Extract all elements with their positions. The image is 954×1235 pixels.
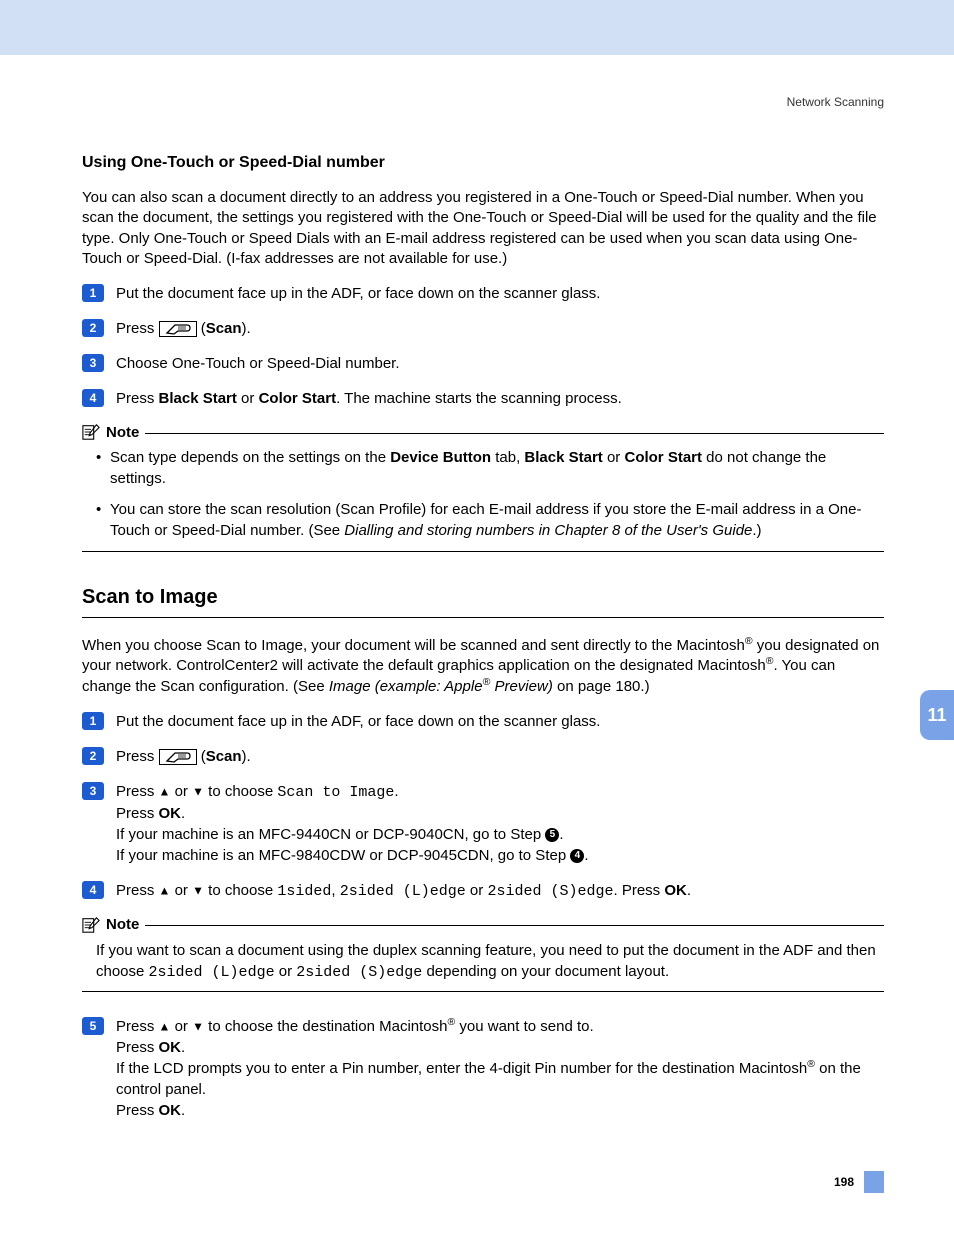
step-text: Press (Scan). [116,746,884,767]
step-text: Choose One-Touch or Speed-Dial number. [116,353,884,374]
top-banner [0,0,954,55]
step-4: 4 Press Black Start or Color Start. The … [82,388,884,409]
step-text: Put the document face up in the ADF, or … [116,283,884,304]
step-2: 2 Press (Scan). [82,746,884,767]
step-badge: 4 [82,881,104,899]
step-badge: 3 [82,782,104,800]
step-text: Press ▲ or ▼ to choose Scan to Image. Pr… [116,781,884,866]
step-1: 1 Put the document face up in the ADF, o… [82,283,884,304]
section2-intro: When you choose Scan to Image, your docu… [82,636,884,697]
section2-title: Scan to Image [82,586,884,609]
scan-key-icon [159,321,197,337]
note-label: Note [106,916,139,933]
step-badge: 2 [82,747,104,765]
step-badge: 3 [82,354,104,372]
step-3: 3 Press ▲ or ▼ to choose Scan to Image. … [82,781,884,866]
note-list: Scan type depends on the settings on the… [82,447,884,541]
page-number: 198 [834,1175,854,1189]
step-badge: 1 [82,712,104,730]
section1-title: Using One-Touch or Speed-Dial number [82,154,884,172]
note-body: If you want to scan a document using the… [82,940,884,983]
pencil-note-icon [82,916,100,934]
step-badge: 2 [82,319,104,337]
chapter-tab: 11 [920,690,954,740]
page-footer: 198 [82,1171,884,1193]
note-header: Note [82,423,884,441]
note-item: Scan type depends on the settings on the… [96,447,884,489]
section1-intro: You can also scan a document directly to… [82,188,884,269]
section2-steps-cont: 5 Press ▲ or ▼ to choose the destination… [82,1016,884,1121]
step-4: 4 Press ▲ or ▼ to choose 1sided, 2sided … [82,880,884,902]
step-2: 2 Press (Scan). [82,318,884,339]
note-label: Note [106,424,139,441]
step-text: Press (Scan). [116,318,884,339]
note-header: Note [82,916,884,934]
step-text: Press ▲ or ▼ to choose the destination M… [116,1016,884,1121]
note-item: You can store the scan resolution (Scan … [96,499,884,541]
step-text: Press ▲ or ▼ to choose 1sided, 2sided (L… [116,880,884,902]
step-ref-5: 5 [545,828,559,842]
step-3: 3 Choose One-Touch or Speed-Dial number. [82,353,884,374]
step-text: Press Black Start or Color Start. The ma… [116,388,884,409]
pencil-note-icon [82,423,100,441]
step-badge: 1 [82,284,104,302]
step-ref-4: 4 [570,849,584,863]
running-header: Network Scanning [82,95,884,109]
page-marker [864,1171,884,1193]
page-content: Network Scanning Using One-Touch or Spee… [0,55,954,1223]
step-5: 5 Press ▲ or ▼ to choose the destination… [82,1016,884,1121]
section1-steps: 1 Put the document face up in the ADF, o… [82,283,884,409]
section2-steps: 1 Put the document face up in the ADF, o… [82,711,884,902]
step-text: Put the document face up in the ADF, or … [116,711,884,732]
step-badge: 4 [82,389,104,407]
scan-key-icon [159,749,197,765]
step-1: 1 Put the document face up in the ADF, o… [82,711,884,732]
step-badge: 5 [82,1017,104,1035]
